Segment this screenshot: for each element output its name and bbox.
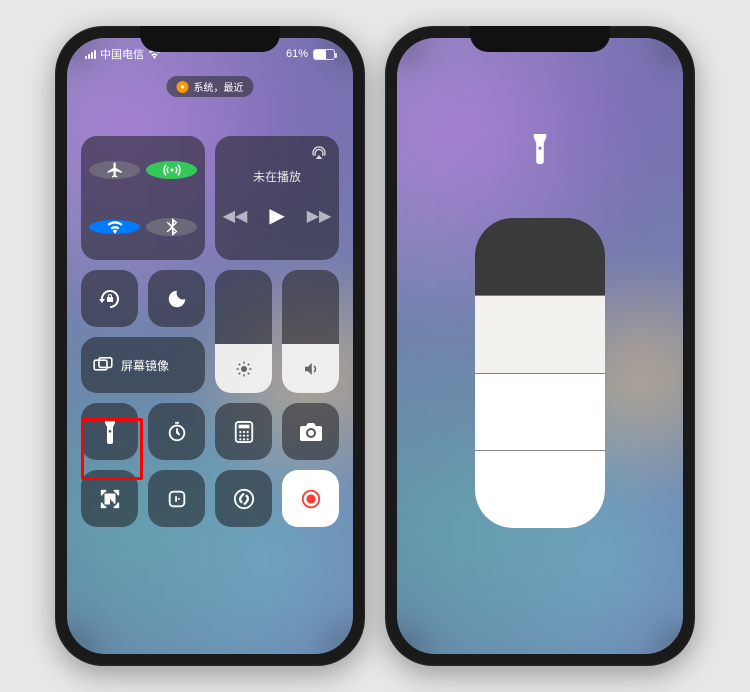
screen-mirroring-button[interactable]: 屏幕镜像 (81, 337, 205, 393)
control-center-grid: 未在播放 ◀◀ ▶ ▶▶ (81, 136, 339, 527)
flashlight-button[interactable] (81, 403, 138, 460)
screen (397, 38, 683, 654)
camera-button[interactable] (282, 403, 339, 460)
flashlight-icon (531, 134, 549, 169)
recent-app-pill[interactable]: ● 系统，最近 (167, 76, 254, 97)
prev-track-icon[interactable]: ◀◀ (223, 206, 248, 226)
bluetooth-button[interactable] (146, 218, 197, 236)
calculator-button[interactable] (215, 403, 272, 460)
screen-record-button[interactable] (282, 470, 339, 527)
mic-indicator-icon: ● (177, 81, 189, 93)
battery-text: 61% (286, 48, 308, 60)
screen: 中国电信 61% ● 系统，最近 (67, 38, 353, 654)
carrier-label: 中国电信 (100, 46, 144, 62)
orientation-lock-button[interactable] (81, 270, 138, 327)
flashlight-brightness-slider[interactable] (475, 218, 605, 528)
play-icon[interactable]: ▶ (269, 203, 284, 228)
shazam-button[interactable] (215, 470, 272, 527)
signal-bars-icon (85, 50, 96, 59)
phone-mockup-control-center: 中国电信 61% ● 系统，最近 (55, 26, 365, 666)
screen-mirror-icon (93, 357, 113, 373)
volume-icon (302, 360, 320, 383)
battery-icon (313, 49, 335, 60)
hearing-button[interactable] (148, 470, 205, 527)
media-tile[interactable]: 未在播放 ◀◀ ▶ ▶▶ (215, 136, 339, 260)
flashlight-level-1[interactable] (475, 450, 605, 528)
qr-scanner-button[interactable] (81, 470, 138, 527)
connectivity-tile (81, 136, 205, 260)
brightness-slider[interactable] (215, 270, 272, 393)
cellular-data-button[interactable] (146, 161, 197, 179)
flashlight-level-2[interactable] (475, 373, 605, 451)
wifi-button[interactable] (89, 220, 140, 234)
airplane-mode-button[interactable] (89, 161, 140, 179)
airplay-icon (311, 146, 327, 160)
flashlight-level-4[interactable] (475, 218, 605, 295)
phone-mockup-flashlight-detail (385, 26, 695, 666)
flashlight-level-3[interactable] (475, 295, 605, 373)
next-track-icon[interactable]: ▶▶ (307, 206, 332, 226)
notch (140, 26, 280, 52)
do-not-disturb-button[interactable] (148, 270, 205, 327)
brightness-icon (235, 360, 253, 383)
volume-slider[interactable] (282, 270, 339, 393)
media-title: 未在播放 (253, 168, 301, 185)
notch (470, 26, 610, 52)
timer-button[interactable] (148, 403, 205, 460)
